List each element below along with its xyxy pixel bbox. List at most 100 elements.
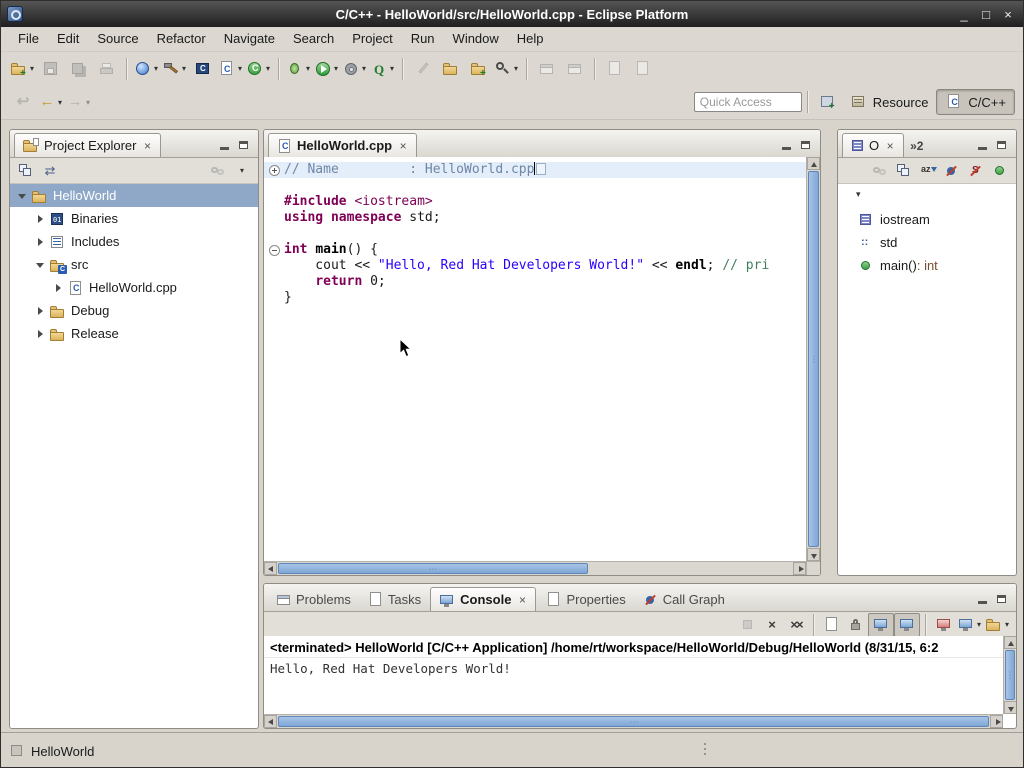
fold-collapsed-icon[interactable] [269,165,280,176]
quick-access-input[interactable] [694,92,802,112]
tree-item-src[interactable]: src [10,253,258,276]
hide-fields-button[interactable] [940,160,964,182]
chevron-down-icon[interactable]: ▾ [332,64,340,73]
editor-tab-helloworld-cpp[interactable]: HelloWorld.cpp × [268,133,417,157]
run-button[interactable]: ▾ [313,56,341,82]
web-browser-button[interactable]: ▾ [133,56,161,82]
menu-file[interactable]: File [9,27,48,51]
console-output-area[interactable]: <terminated> HelloWorld [C/C++ Applicati… [264,636,1016,714]
profile-button[interactable]: ▾ [369,56,397,82]
project-explorer-tab[interactable]: Project Explorer × [14,133,161,157]
menu-edit[interactable]: Edit [48,27,88,51]
tab-properties[interactable]: Properties [538,587,632,611]
chevron-down-icon[interactable]: ▾ [56,98,64,107]
maximize-view-button[interactable] [798,137,815,154]
chevron-down-icon[interactable]: ▾ [152,64,160,73]
link-with-editor-button[interactable] [868,160,892,182]
code-line[interactable]: int main() { [264,242,806,258]
view-menu-button[interactable]: ▾ [230,160,254,182]
tree-item-release[interactable]: Release [10,322,258,345]
open-element-button[interactable] [437,56,465,82]
chevron-down-icon[interactable]: ▾ [28,64,36,73]
scroll-right-button[interactable] [793,562,806,575]
chevron-down-icon[interactable]: ▾ [1003,620,1011,629]
chevron-down-icon[interactable]: ▾ [304,64,312,73]
focus-on-active-task-button[interactable] [206,160,230,182]
tree-item-debug[interactable]: Debug [10,299,258,322]
search-button[interactable]: ▾ [493,56,521,82]
scroll-down-button[interactable] [1004,701,1016,714]
collapse-all-button[interactable] [14,160,38,182]
last-edit-nav-button[interactable]: ↩ [9,89,37,115]
code-line[interactable]: #include <iostream> [264,194,806,210]
menu-window[interactable]: Window [444,27,508,51]
close-window-button[interactable]: × [997,7,1019,22]
maximize-view-button[interactable] [994,137,1011,154]
tree-item-helloworld-cpp[interactable]: HelloWorld.cpp [10,276,258,299]
titlebar[interactable]: C/C++ - HelloWorld/src/HelloWorld.cpp - … [1,1,1023,27]
code-line[interactable] [264,226,806,242]
chevron-down-icon[interactable]: ▾ [84,98,92,107]
open-console-button[interactable]: ▾ [956,614,984,636]
tab-tasks[interactable]: Tasks [360,587,428,611]
scrollbar-thumb[interactable] [1005,650,1015,700]
expander-collapsed-icon[interactable] [34,236,46,248]
minimize-view-button[interactable] [779,137,796,154]
mark-occurrences-button[interactable] [409,56,437,82]
sash-gripper[interactable] [704,741,707,761]
tab-problems[interactable]: Problems [268,587,358,611]
minimize-view-button[interactable] [975,591,992,608]
console-horizontal-scrollbar[interactable] [264,714,1003,728]
chevron-down-icon[interactable]: ▾ [264,64,272,73]
debug-button[interactable]: ▾ [285,56,313,82]
code-line[interactable] [264,178,806,194]
close-icon[interactable]: × [884,139,896,153]
chevron-down-icon[interactable]: ▾ [360,64,368,73]
expander-collapsed-icon[interactable] [52,282,64,294]
build-all-button[interactable]: ▾ [161,56,189,82]
maximize-view-button[interactable] [236,137,253,154]
chevron-down-icon[interactable]: ▾ [236,64,244,73]
new-class-button[interactable]: ▾ [245,56,273,82]
menu-refactor[interactable]: Refactor [148,27,215,51]
scrollbar-track[interactable] [277,562,793,575]
hide-static-members-button[interactable] [964,160,988,182]
close-icon[interactable]: × [397,139,409,153]
outline-item-iostream[interactable]: iostream [838,208,1016,231]
chevron-down-icon[interactable]: ▾ [975,620,983,629]
chevron-down-icon[interactable]: ▾ [388,64,396,73]
display-selected-console-button[interactable] [932,614,956,636]
expander-expanded-icon[interactable] [16,190,28,202]
code-area[interactable]: // Name : HelloWorld.cpp #include <iostr… [264,157,806,561]
maximize-window-button[interactable]: □ [975,7,997,22]
expander-collapsed-icon[interactable] [34,305,46,317]
remove-launch-button[interactable]: × [760,614,784,636]
outline-item-main[interactable]: main() : int [838,254,1016,277]
hide-non-public-button[interactable] [988,160,1012,182]
new-source-file-button[interactable]: ▾ [217,56,245,82]
scroll-up-button[interactable] [807,157,820,170]
code-line[interactable]: cout << "Hello, Red Hat Developers World… [264,258,806,274]
link-with-editor-button[interactable]: ⇄ [38,160,62,182]
tree-item-binaries[interactable]: Binaries [10,207,258,230]
menu-source[interactable]: Source [88,27,147,51]
expander-collapsed-icon[interactable] [34,213,46,225]
view-menu-chevron-icon[interactable]: ▾ [856,189,861,200]
open-perspective-button[interactable] [814,89,842,115]
expander-collapsed-icon[interactable] [34,328,46,340]
tree-item-includes[interactable]: Includes [10,230,258,253]
previous-annotation-button[interactable] [561,56,589,82]
menu-help[interactable]: Help [508,27,553,51]
terminate-button[interactable] [736,614,760,636]
collapse-all-button[interactable] [892,160,916,182]
maximize-view-button[interactable] [994,591,1011,608]
scroll-down-button[interactable] [807,548,820,561]
code-line[interactable]: // Name : HelloWorld.cpp [264,162,806,178]
fold-expanded-icon[interactable] [269,245,280,256]
code-line[interactable]: using namespace std; [264,210,806,226]
save-button[interactable] [37,56,65,82]
editor-horizontal-scrollbar[interactable] [264,561,806,575]
sort-button[interactable] [916,160,940,182]
tree-item-helloworld[interactable]: HelloWorld [10,184,258,207]
outline-item-std[interactable]: std [838,231,1016,254]
